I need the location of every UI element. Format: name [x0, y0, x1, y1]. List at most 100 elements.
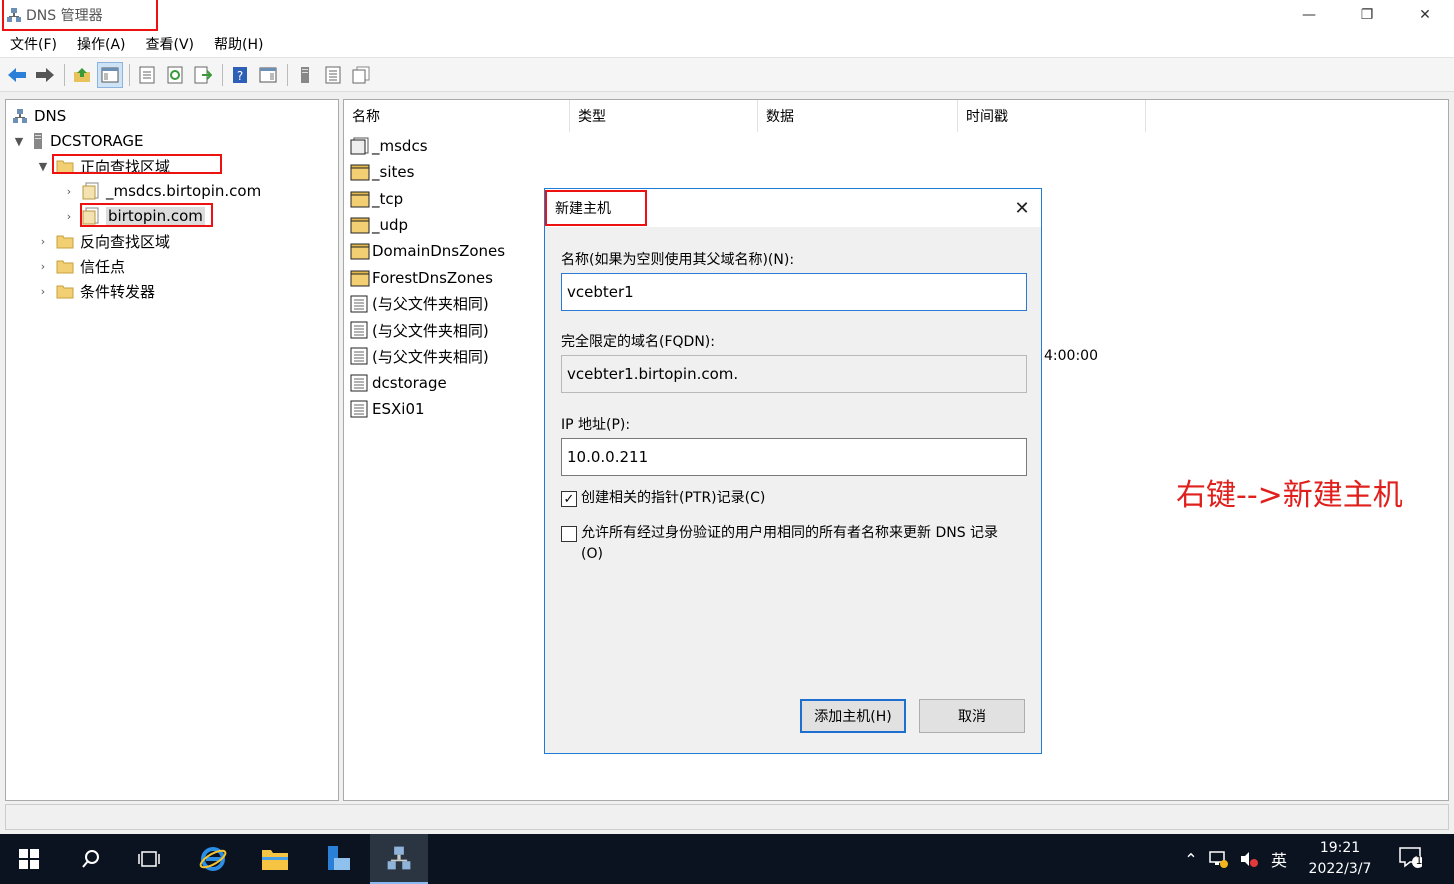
export-list-icon[interactable] [190, 62, 216, 88]
clock[interactable]: 19:21 2022/3/7 [1300, 838, 1380, 880]
tree-label: birtopin.com [106, 207, 205, 225]
taskbar: ⌃ 英 19:21 2022/3/7 1 [0, 834, 1454, 884]
column-header-name[interactable]: 名称 [344, 100, 570, 132]
add-host-button[interactable]: 添加主机(H) [800, 699, 906, 733]
chevron-right-icon[interactable]: › [62, 185, 76, 198]
list-item[interactable]: ESXi01 [350, 396, 425, 422]
menu-view[interactable]: 查看(V) [136, 34, 205, 54]
folder-icon [350, 163, 370, 181]
task-view-icon [138, 851, 160, 867]
list-item[interactable]: _msdcs [350, 133, 428, 159]
windows-icon [19, 849, 39, 869]
chevron-right-icon[interactable]: › [62, 210, 76, 223]
allow-update-checkbox[interactable]: 允许所有经过身份验证的用户用相同的所有者名称来更新 DNS 记录(O) [561, 523, 1017, 565]
system-tray: ⌃ 英 [1180, 834, 1294, 884]
server-icon[interactable] [292, 62, 318, 88]
internet-explorer-icon [199, 847, 227, 871]
chevron-up-icon[interactable]: ⌃ [1180, 850, 1202, 869]
checkbox-check-icon[interactable]: ✓ [561, 491, 577, 507]
taskbar-ie[interactable] [184, 834, 242, 884]
taskbar-explorer[interactable] [246, 834, 304, 884]
ip-input[interactable] [561, 438, 1027, 476]
action-pane-icon[interactable] [255, 62, 281, 88]
volume-icon[interactable] [1234, 850, 1264, 868]
record-icon [350, 295, 370, 313]
ime-indicator[interactable]: 英 [1264, 847, 1294, 871]
notification-count: 1 [1415, 854, 1423, 867]
minimize-button[interactable]: — [1280, 0, 1338, 30]
list-item[interactable]: (与父文件夹相同) [350, 343, 489, 369]
chevron-down-icon[interactable]: ▼ [12, 135, 26, 148]
chevron-right-icon[interactable]: › [36, 235, 50, 248]
maximize-button[interactable]: ❐ [1338, 0, 1396, 30]
help-icon[interactable]: ? [227, 62, 253, 88]
copy-records-icon[interactable] [348, 62, 374, 88]
cancel-button[interactable]: 取消 [919, 699, 1025, 733]
close-button[interactable]: ✕ [1396, 0, 1454, 30]
server-manager-icon [328, 846, 350, 870]
search-button[interactable] [62, 834, 120, 884]
toolbar-separator [64, 63, 65, 86]
refresh-icon[interactable] [162, 62, 188, 88]
dns-tree-icon [12, 108, 28, 124]
chevron-right-icon[interactable]: › [36, 260, 50, 273]
forward-icon[interactable] [32, 62, 58, 88]
fqdn-field [561, 355, 1027, 393]
task-view-button[interactable] [120, 834, 178, 884]
menu-action[interactable]: 操作(A) [67, 34, 136, 54]
list-item[interactable]: _udp [350, 212, 408, 238]
network-icon[interactable] [1202, 850, 1234, 868]
menu-file[interactable]: 文件(F) [0, 34, 67, 54]
taskbar-dns-manager[interactable] [370, 834, 428, 884]
column-header-data[interactable]: 数据 [758, 100, 958, 132]
start-button[interactable] [0, 834, 58, 884]
back-icon[interactable] [4, 62, 30, 88]
list-item-name: _msdcs [372, 137, 428, 155]
tree-item-forward-zones[interactable]: ▼ 正向查找区域 [36, 154, 170, 178]
tree-pane: DNS ▼ DCSTORAGE ▼ 正向查找区域 › _msdcs.birtop… [5, 99, 339, 801]
list-item[interactable]: DomainDnsZones [350, 238, 505, 264]
checkbox-empty-icon[interactable] [561, 526, 577, 542]
toolbar-separator [129, 63, 130, 86]
menu-help[interactable]: 帮助(H) [204, 34, 273, 54]
chevron-down-icon[interactable]: ▼ [36, 160, 50, 173]
tree-label: DCSTORAGE [50, 132, 144, 150]
list-item[interactable]: _tcp [350, 186, 403, 212]
ptr-checkbox[interactable]: ✓ 创建相关的指针(PTR)记录(C) [561, 488, 1031, 509]
tree-item-dns[interactable]: DNS [12, 104, 66, 128]
tree-item-zone-main[interactable]: › birtopin.com [62, 204, 205, 228]
dialog-close-icon[interactable]: ✕ [1011, 197, 1033, 219]
tree-item-server[interactable]: ▼ DCSTORAGE [12, 129, 144, 153]
zone-file-icon [82, 182, 100, 200]
tree-item-trust-points[interactable]: › 信任点 [36, 254, 125, 278]
status-bar [5, 804, 1449, 830]
show-hide-tree-icon[interactable] [97, 61, 123, 88]
list-item[interactable]: dcstorage [350, 370, 447, 396]
tree-label: 反向查找区域 [80, 232, 171, 251]
list-item-name: (与父文件夹相同) [372, 321, 489, 340]
list-item[interactable]: (与父文件夹相同) [350, 291, 489, 317]
column-header-type[interactable]: 类型 [570, 100, 758, 132]
tree-item-conditional-forwarders[interactable]: › 条件转发器 [36, 279, 155, 303]
new-host-dialog: 新建主机 ✕ 名称(如果为空则使用其父域名称)(N): 完全限定的域名(FQDN… [544, 188, 1042, 754]
list-item-name: (与父文件夹相同) [372, 347, 489, 366]
folder-icon [350, 190, 370, 208]
record-list-icon[interactable] [320, 62, 346, 88]
list-item[interactable]: _sites [350, 159, 414, 185]
menu-bar: 文件(F) 操作(A) 查看(V) 帮助(H) [0, 30, 1454, 58]
chevron-right-icon[interactable]: › [36, 285, 50, 298]
list-item[interactable]: (与父文件夹相同) [350, 317, 489, 343]
tree-label: 条件转发器 [80, 282, 156, 301]
properties-icon[interactable] [134, 62, 160, 88]
folder-icon [56, 159, 74, 174]
name-input[interactable] [561, 273, 1027, 311]
notification-icon[interactable]: 1 [1398, 846, 1428, 874]
tree-item-reverse-zones[interactable]: › 反向查找区域 [36, 229, 170, 253]
tree-item-zone-msdcs[interactable]: › _msdcs.birtopin.com [62, 179, 261, 203]
annotation-text: 右键-->新建主机 [1176, 478, 1403, 513]
column-header-timestamp[interactable]: 时间戳 [958, 100, 1146, 132]
allow-update-label: 允许所有经过身份验证的用户用相同的所有者名称来更新 DNS 记录(O) [581, 525, 999, 562]
up-folder-icon[interactable] [69, 62, 95, 88]
taskbar-server-manager[interactable] [308, 834, 366, 884]
list-item[interactable]: ForestDnsZones [350, 265, 493, 291]
